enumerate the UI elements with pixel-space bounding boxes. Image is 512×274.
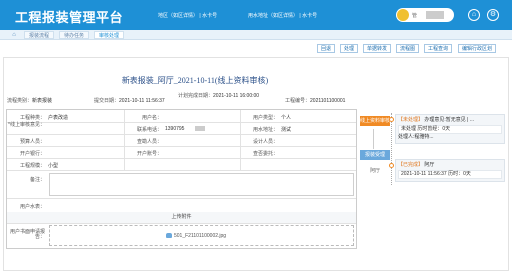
cloud-file-icon [166,233,172,238]
attachment-dropzone[interactable]: 501_F21101100002.jpg [49,225,354,246]
app-title: 工程报装管理平台 [15,10,124,25]
process-button[interactable]: 处理 [340,44,359,53]
meta-submit-date-value: 2021-10-11 11:56:37 [119,98,165,104]
timeline-desc-pending: 办理意见:暂无意见 | ... [424,117,475,123]
home-tab-icon[interactable]: ⌂ [9,31,19,39]
flow-connector [373,129,374,149]
settings-icon[interactable]: ⚙ [487,9,499,21]
water-address-value: 测试 [281,127,292,133]
marquee-right-suffix: | 水卡号 [299,13,318,19]
project-scale-label: 工程规模： [19,163,45,169]
user-name-label: 用户名： [141,115,162,121]
project-type-value: 户表改造 [48,115,69,121]
bank-label: 开户银行： [19,151,45,157]
tab-todo[interactable]: 待办任务 [59,31,90,39]
attachment-file-link[interactable]: 501_F21101100002.jpg [174,233,226,239]
account-label: 开户账号： [136,151,162,157]
user-name-redacted [426,11,444,19]
tab-review[interactable]: 审核处理 [94,31,125,39]
edit-region-button[interactable]: 编辑行政区划 [458,44,497,53]
timeline-line [391,113,392,185]
phone-label: 联系电话： [136,127,162,133]
meta-flow-type: 流程类别：新表报装 [7,97,52,104]
marquee-left: 地区（如区详情） | 水卡号 [158,12,217,19]
survey-staff-label: 查勘人员： [136,139,162,145]
project-scale-value: 小型 [48,163,59,169]
design-staff-label: 设计人员： [252,139,278,145]
timeline-status-pending: 【未处理】 [398,117,424,123]
home-icon[interactable]: ⌂ [468,9,480,21]
project-form: 工程种类： 户表改造 用户名： 用户类型： 个人 *线上审核意见： 联系电话： … [6,109,357,249]
tab-bar: ⌂ 报装流程 待办任务 审核处理 [0,30,512,40]
timeline-dot-done [389,163,394,168]
user-menu[interactable]: 管 [396,8,454,22]
project-type-label: 工程种类： [19,115,45,121]
online-review-opinion-label: *线上审核意见： [8,122,45,128]
note-label: 备注： [29,177,45,183]
water-meter-label: 用户水表： [19,204,45,210]
document-title: 新表报装_阿厅_2021-10-11(线上资料审核) [121,76,269,85]
flowchart-button[interactable]: 流程图 [396,44,420,53]
flow-step-online-review[interactable]: 线上资料审核 [360,116,390,126]
meta-submit-date-label: 提交日期： [94,98,120,104]
meta-project-no-value: 2021101100001 [310,98,346,104]
budget-staff-label: 预算人员： [19,139,45,145]
timeline-entry-done: 【已完成】 阿厅 2021-10-11 11:56:37 历时：0天 [395,159,505,182]
timeline-status-done: 【已完成】 [398,162,424,168]
avatar [397,9,409,21]
tab-flow[interactable]: 报装流程 [24,31,55,39]
attachment-label: 用户书面申请报告： [9,229,45,240]
marquee-right-text: 用水地址（如区详情） [248,13,299,19]
phone-value: 1390795 [165,126,185,132]
project-query-button[interactable]: 工程查询 [424,44,453,53]
entrust-label: 查否委托： [252,151,278,157]
flow-step-acceptance-handler: 阿厅 [370,168,381,174]
marquee-left-text: 地区（如区详情） [158,13,199,19]
marquee-left-suffix: | 水卡号 [199,13,218,19]
timeline-desc-done: 阿厅 [424,162,435,168]
meta-submit-date: 提交日期：2021-10-11 11:56:37 [94,97,165,104]
water-address-label: 用水地址： [252,127,278,133]
timeline-handler-pending: 未处理 历时曾经：0天 [398,125,502,134]
meta-flow-type-value: 新表报装 [32,98,53,104]
back-button[interactable]: 回退 [317,44,336,53]
user-name: 管 [412,13,418,19]
top-bar: 工程报装管理平台 地区（如区详情） | 水卡号 用水地址（如区详情） | 水卡号… [0,0,512,30]
meta-flow-type-label: 流程类别： [7,98,33,104]
timeline-dot-pending [389,117,394,122]
phone-redacted [195,126,205,131]
meta-plan-done: 计划完成日期：2021-10-11 16:00:00 [178,93,278,99]
meta-project-no-label: 工程编号： [285,98,311,104]
note-textarea[interactable] [49,173,354,196]
meta-plan-done-value: 2021-10-11 16:00:00 [213,93,260,99]
meta-project-no: 工程编号：2021101100001 [285,97,345,104]
timeline-entry-pending: 【未处理】 办理意见:暂无意见 | ... 未处理 历时曾经：0天 处理人:程雅… [395,114,505,144]
user-type-value: 个人 [281,115,292,121]
marquee-right: 用水地址（如区详情） | 水卡号 [248,12,317,19]
user-type-label: 用户类型： [252,115,278,121]
timeline-time-done: 2021-10-11 11:56:37 历时：0天 [398,170,502,179]
forward-button[interactable]: 单据转发 [363,44,392,53]
flow-step-acceptance[interactable]: 报装受理 [360,150,390,160]
meta-plan-done-label: 计划完成日期： [178,93,214,99]
timeline-note-pending: 处理人:程雅特... [398,134,434,140]
attachment-header: 上传附件 [7,212,356,223]
